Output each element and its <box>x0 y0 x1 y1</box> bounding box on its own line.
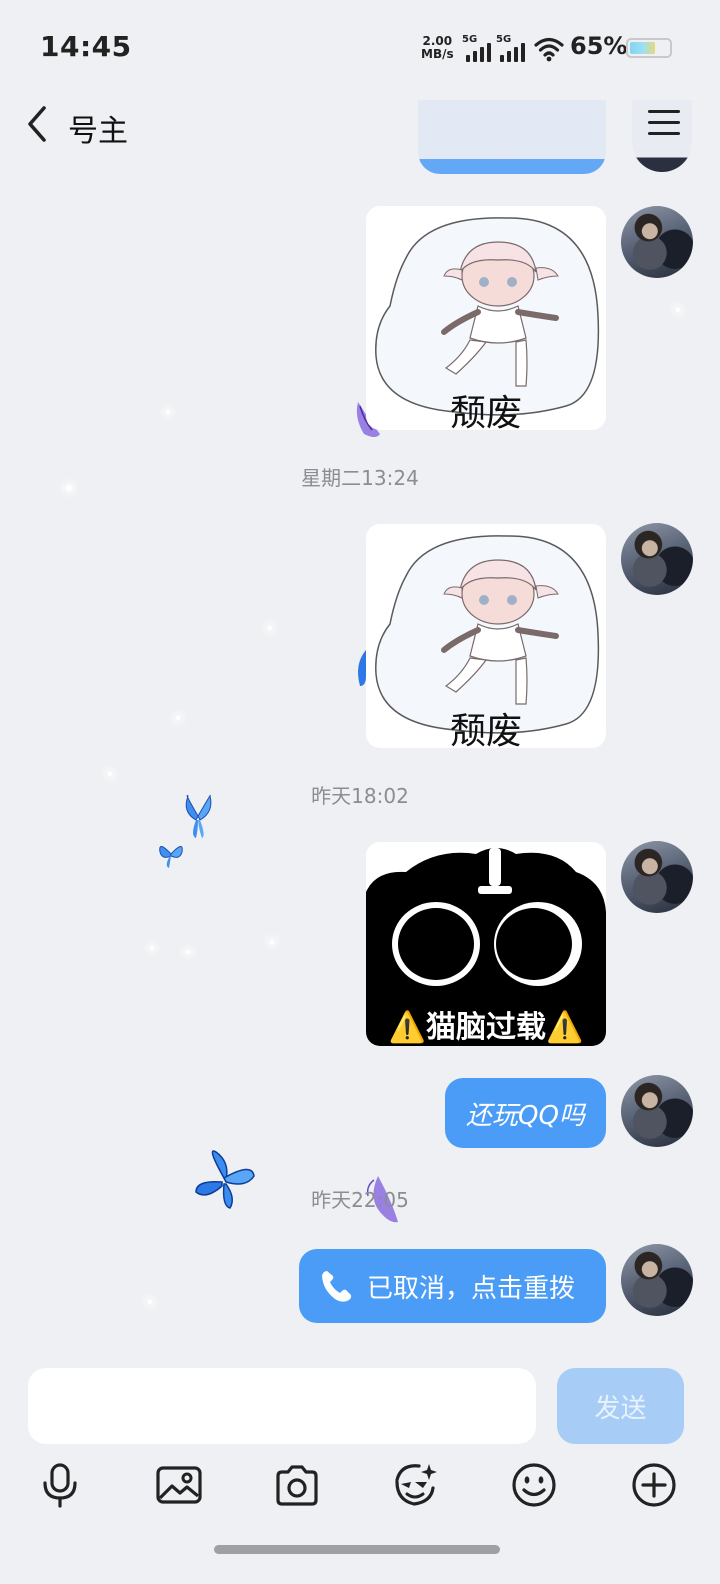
sticker-message[interactable]: 颓废 <box>366 524 606 748</box>
battery-percentage: 65% <box>570 32 628 60</box>
call-status-text: 已取消，点击重拨 <box>367 1273 576 1304</box>
sticker-caption: ⚠️猫脑过载⚠️ <box>388 1010 584 1045</box>
signal-label: 5G <box>496 34 512 45</box>
camera-icon[interactable] <box>272 1460 322 1510</box>
home-indicator[interactable] <box>214 1545 500 1554</box>
text-message-bubble[interactable]: 还玩QQ吗 <box>445 1078 606 1148</box>
chat-title[interactable]: 号主 <box>68 106 128 150</box>
status-time: 14:45 <box>40 30 132 63</box>
message-timestamp: 星期二13:24 <box>301 466 419 490</box>
butterfly-icon <box>159 846 183 868</box>
avatar[interactable] <box>621 841 693 913</box>
message-input[interactable] <box>28 1368 536 1444</box>
avatar[interactable] <box>621 1244 693 1316</box>
avatar[interactable] <box>621 523 693 595</box>
emoji-icon[interactable] <box>509 1460 559 1510</box>
sparkle <box>150 946 154 950</box>
signal-5g-icon: 5G <box>496 34 526 62</box>
message-text: 还玩QQ吗 <box>466 1100 585 1131</box>
message-timestamp: 昨天22:05 <box>311 1188 409 1212</box>
battery-level-fill <box>630 42 655 54</box>
sticker-caption: 颓废 <box>449 393 522 430</box>
message-timestamp: 昨天18:02 <box>311 784 409 808</box>
sticker-face-icon[interactable] <box>389 1460 439 1510</box>
battery-icon <box>626 38 672 58</box>
status-bar: 14:45 2.00 MB/s 5G 5G 65% <box>0 0 720 96</box>
sticker-message[interactable]: 颓废 <box>366 206 606 430</box>
sticker-message[interactable]: ⚠️猫脑过载⚠️ <box>366 842 606 1046</box>
avatar[interactable] <box>621 206 693 278</box>
network-speed-unit: MB/s <box>421 47 454 61</box>
phone-icon <box>322 1271 352 1302</box>
chat-header: 号主 <box>0 96 720 168</box>
image-icon[interactable] <box>154 1460 204 1510</box>
hamburger-menu-icon[interactable] <box>648 108 682 138</box>
sticker-caption: 颓废 <box>449 711 522 748</box>
sparkle <box>108 772 112 776</box>
plus-circle-icon[interactable] <box>629 1460 679 1510</box>
sparkle <box>166 410 170 414</box>
chevron-left-icon[interactable] <box>22 104 54 144</box>
sparkle <box>148 1300 152 1304</box>
signal-label: 5G <box>462 34 478 45</box>
sparkle <box>176 716 180 720</box>
avatar[interactable] <box>621 1075 693 1147</box>
network-speed: 2.00 MB/s <box>421 35 454 61</box>
microphone-icon[interactable] <box>35 1460 85 1510</box>
call-redial-bubble[interactable]: 已取消，点击重拨 <box>299 1249 606 1323</box>
sparkle <box>186 950 190 954</box>
sparkle <box>676 308 680 312</box>
sparkle <box>270 940 274 944</box>
signal-5g-icon: 5G <box>462 34 492 62</box>
send-button[interactable]: 发送 <box>557 1368 684 1444</box>
sparkle <box>268 626 272 630</box>
wifi-icon <box>534 37 564 62</box>
